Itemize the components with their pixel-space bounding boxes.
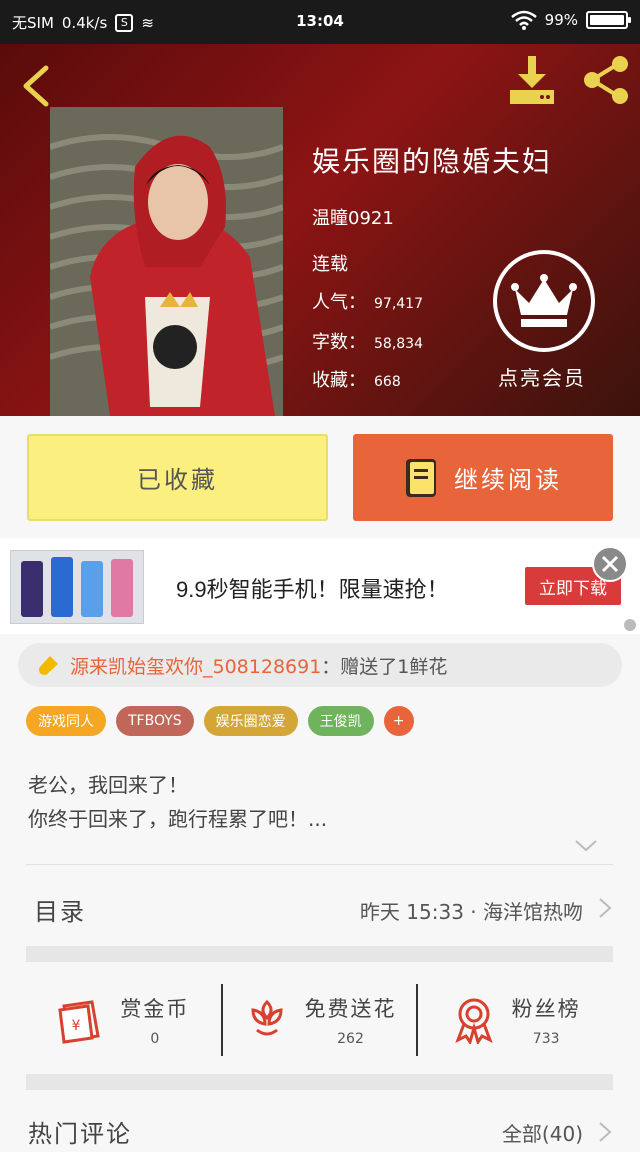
- download-icon[interactable]: [504, 54, 560, 106]
- latest-chapter: 昨天 15:33 · 海洋馆热吻: [359, 900, 583, 924]
- toc-label: 目录: [34, 898, 86, 926]
- favorites-value: 668: [374, 374, 401, 390]
- divider: [26, 864, 613, 865]
- ad-text: 9.9秒智能手机！限量速抢！: [176, 577, 449, 602]
- book-status: 连载: [312, 254, 348, 275]
- svg-text:¥: ¥: [72, 1018, 81, 1034]
- ad-phones-image: [10, 550, 144, 624]
- popularity-row: 人气： 97,417: [312, 288, 423, 314]
- section-separator: [26, 1074, 613, 1090]
- favorited-label: 已收藏: [137, 466, 218, 494]
- ad-close-icon[interactable]: [592, 546, 628, 582]
- send-flower-button[interactable]: 免费送花 262: [222, 978, 418, 1062]
- tag-item[interactable]: TFBOYS: [116, 706, 194, 736]
- wifi-icon: [510, 10, 537, 30]
- table-of-contents-row[interactable]: 目录 昨天 15:33 · 海洋馆热吻: [26, 870, 613, 946]
- hot-comments-header[interactable]: 热门评论 全部(40): [26, 1112, 613, 1152]
- tag-item[interactable]: 王俊凯: [307, 706, 374, 736]
- flower-icon: [250, 999, 283, 1036]
- popularity-label: 人气：: [312, 292, 366, 313]
- rewards-bar: ¥ 赏金币 0 免费送花 262 粉丝榜 733: [26, 978, 613, 1062]
- book-header: 娱乐圈的隐婚夫妇 温瞳0921 连载 人气： 97,417 字数： 58,834 收…: [0, 44, 640, 416]
- status-bar: 无SIM 0.4k/s S ≋ 13:04 99%: [0, 0, 640, 44]
- continue-reading-label: 继续阅读: [454, 466, 562, 494]
- gift-sender[interactable]: 源来凯始玺欢你_508128691: [70, 652, 321, 679]
- fan-ranking-button[interactable]: 粉丝榜 733: [417, 978, 613, 1062]
- ad-banner[interactable]: 9.9秒智能手机！限量速抢！ 立即下载: [0, 538, 640, 634]
- popularity-value: 97,417: [374, 296, 423, 312]
- ad-badge-icon: [624, 619, 636, 631]
- continue-reading-button[interactable]: 继续阅读: [353, 434, 613, 521]
- hot-comments-label: 热门评论: [28, 1120, 132, 1148]
- description-line: 你终于回来了，跑行程累了吧！...: [28, 807, 328, 831]
- reward-value: 262: [337, 1031, 364, 1047]
- book-description: 老公，我回来了！ 你终于回来了，跑行程累了吧！...: [28, 768, 327, 836]
- favorites-row: 收藏： 668: [312, 366, 401, 392]
- book-author[interactable]: 温瞳0921: [312, 204, 394, 230]
- crown-icon: [511, 274, 577, 327]
- description-line: 老公，我回来了！: [28, 773, 188, 797]
- chevron-right-icon: [599, 1122, 612, 1142]
- chevron-right-icon: [599, 898, 612, 918]
- share-icon[interactable]: [578, 54, 634, 106]
- back-arrow-icon[interactable]: [18, 64, 54, 108]
- reward-coins-button[interactable]: ¥ 赏金币 0: [26, 978, 222, 1062]
- vip-label[interactable]: 点亮会员: [498, 362, 586, 391]
- battery-icon: [586, 11, 631, 29]
- reward-label: 免费送花: [304, 997, 397, 1021]
- tag-item[interactable]: 娱乐圈恋爱: [203, 706, 298, 736]
- favorited-button[interactable]: 已收藏: [27, 434, 328, 521]
- expand-chevron-icon[interactable]: [574, 838, 598, 854]
- word-count-label: 字数：: [312, 332, 366, 353]
- book-title: 娱乐圈的隐婚夫妇: [312, 145, 553, 178]
- gift-notice[interactable]: 源来凯始玺欢你_508128691 ：赠送了1鲜花: [18, 643, 622, 687]
- section-separator: [26, 946, 613, 962]
- reward-value: 733: [532, 1031, 560, 1047]
- gift-text: ：赠送了1鲜花: [321, 655, 448, 678]
- all-comments-link[interactable]: 全部(40): [502, 1118, 583, 1147]
- add-tag-button[interactable]: +: [383, 706, 414, 736]
- red-envelope-icon: ¥: [58, 1000, 101, 1044]
- favorites-label: 收藏：: [312, 370, 366, 391]
- book-icon: [406, 458, 436, 497]
- word-count-row: 字数： 58,834: [312, 328, 423, 354]
- battery-fill: [590, 15, 624, 25]
- reward-value: 0: [150, 1031, 160, 1047]
- medal-icon: [454, 998, 493, 1044]
- tag-list: 游戏同人 TFBOYS 娱乐圈恋爱 王俊凯 +: [26, 706, 414, 736]
- battery-percent: 99%: [544, 11, 578, 29]
- reward-label: 粉丝榜: [511, 997, 581, 1021]
- word-count-value: 58,834: [374, 336, 423, 352]
- tag-item[interactable]: 游戏同人: [26, 706, 106, 736]
- book-cover-image[interactable]: [50, 107, 283, 416]
- reward-label: 赏金币: [120, 997, 190, 1021]
- trumpet-icon: [39, 656, 58, 675]
- vip-crown-button[interactable]: [493, 250, 595, 352]
